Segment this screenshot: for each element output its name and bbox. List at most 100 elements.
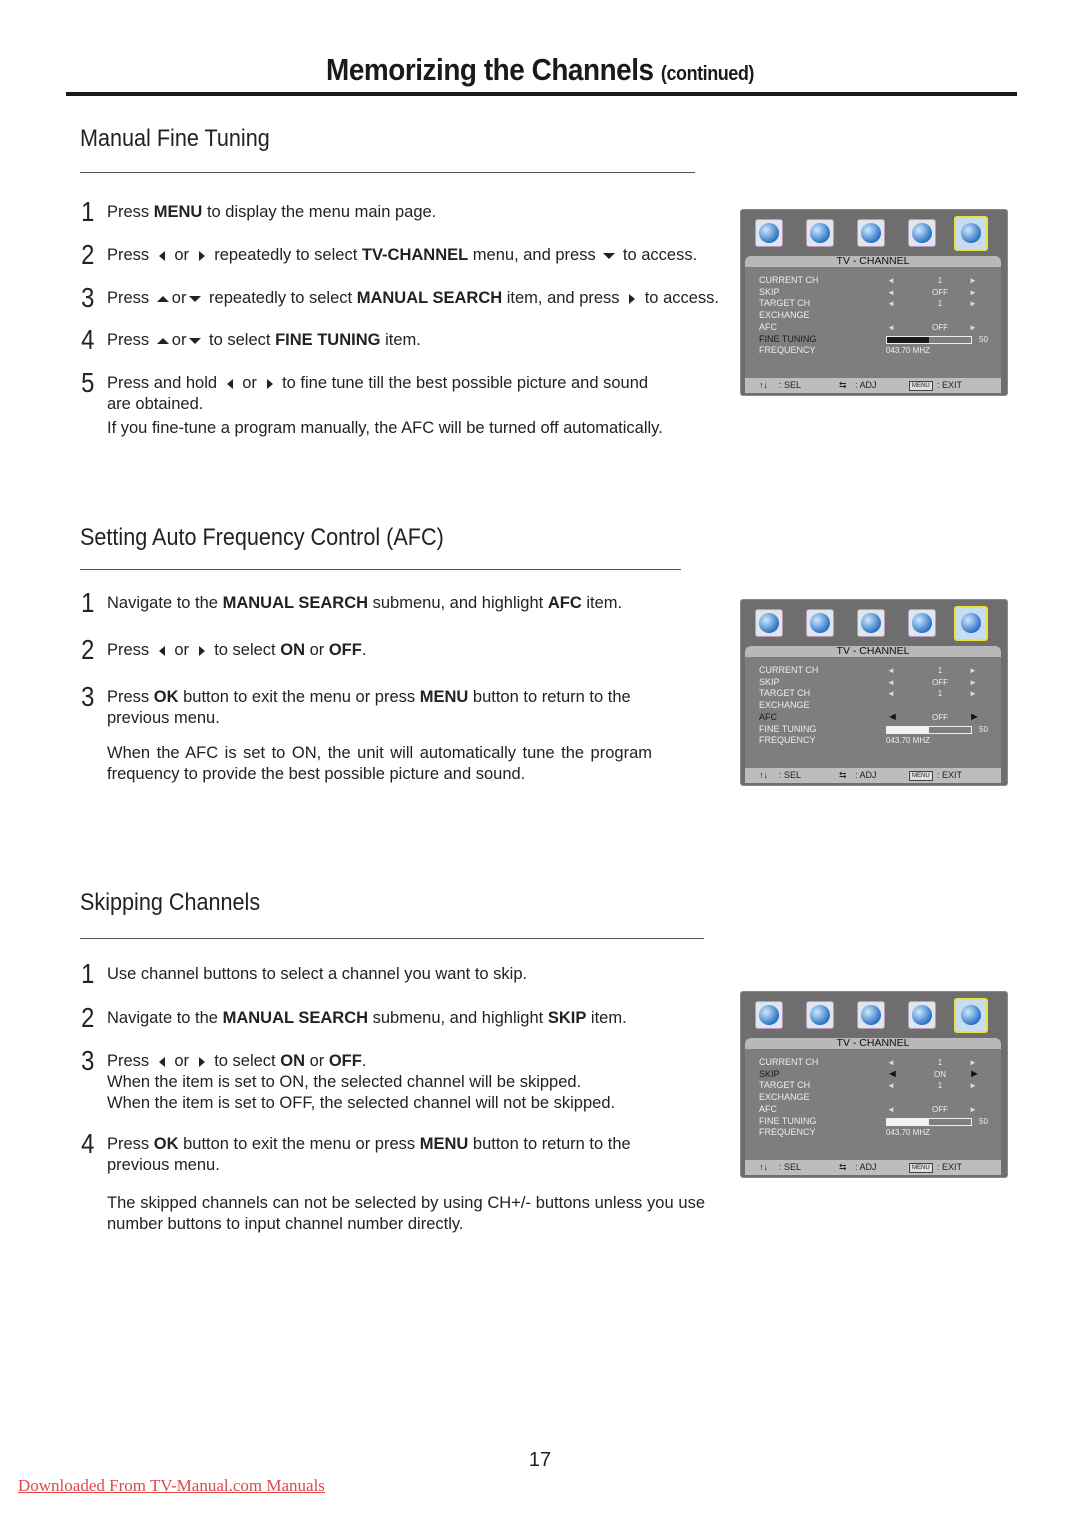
step-text: Use channel buttons to select a channel … [107, 965, 528, 983]
up-arrow-icon [156, 295, 169, 302]
menu-row: AFC ◄ OFF ► [759, 1104, 999, 1116]
step-text: Press or to select ON or OFF. When the it… [107, 1052, 616, 1112]
down-arrow-icon [603, 252, 616, 259]
menu-row-value: OFF [932, 322, 948, 332]
menu-row: FREQUENCY 043.70 MHZ [759, 1127, 999, 1139]
menu-row-value: 1 [937, 1081, 943, 1091]
right-arrow-icon [266, 378, 273, 389]
step-keyword: MANUAL SEARCH [222, 594, 369, 612]
right-arrow-icon [198, 1056, 205, 1067]
exit-hint: : EXIT [937, 770, 963, 780]
menu-row: TARGET CH ◄ 1 ► [759, 298, 999, 310]
menu-row: CURRENT CH ◄ 1 ► [759, 1057, 999, 1069]
right-arrow-icon: ► [969, 689, 977, 699]
tv-menu-screenshot: TV - CHANNEL CURRENT CH ◄ 1 ► SKIP ◄ OFF ► TARGET… [740, 599, 1008, 786]
adjust-icon: ⇆ [839, 1162, 847, 1172]
menu-icon-bar [741, 210, 1007, 251]
sel-icon: ↑↓ [759, 380, 768, 390]
step-keyword: MENU [419, 688, 469, 706]
adjust-icon: ⇆ [839, 380, 847, 390]
menu-row: CURRENT CH ◄ 1 ► [759, 275, 999, 287]
page-title: Memorizing the Channels (continued) [54, 52, 1026, 88]
right-arrow-icon: ► [969, 276, 977, 285]
picture-icon [755, 1001, 783, 1029]
menu-key-icon: MENU [909, 381, 933, 391]
exit-hint: : EXIT [937, 1162, 963, 1172]
menu-row-label: FINE TUNING [759, 333, 817, 344]
down-arrow-icon [189, 295, 202, 302]
icon-orb [912, 223, 932, 243]
menu-panel: TV - CHANNEL CURRENT CH ◄ 1 ► SKIP ◄ ON ► TARGET … [745, 1038, 1001, 1160]
menu-row-value: 1 [937, 666, 943, 675]
menu-icon-bar [741, 992, 1007, 1033]
sel-hint: : SEL [779, 770, 802, 780]
sound-icon [806, 219, 834, 247]
step-text: Press or to select ON or OFF. [107, 641, 367, 659]
step-keyword: ON [280, 1052, 305, 1070]
left-arrow-icon: ◄ [887, 689, 895, 699]
section-note: When the AFC is set to ON, the unit will… [107, 744, 652, 783]
menu-row: FREQUENCY 043.70 MHZ [759, 345, 999, 357]
setup-icon [857, 609, 885, 637]
step-number: 3 [81, 1045, 95, 1076]
step-text: Navigate to the MANUAL SEARCH submenu, a… [107, 594, 623, 612]
exit-hint: : EXIT [937, 380, 963, 390]
icon-orb [759, 613, 779, 633]
menu-row: AFC ◄ OFF ► [759, 322, 999, 334]
menu-row: FREQUENCY 043.70 MHZ [759, 735, 999, 747]
icon-orb [861, 1005, 881, 1025]
menu-row: EXCHANGE [759, 310, 999, 322]
frequency-value: 043.70 MHZ [886, 736, 931, 746]
fine-tuning-fill [887, 1118, 929, 1125]
menu-row: EXCHANGE [759, 700, 999, 712]
menu-row-label: EXCHANGE [759, 700, 810, 711]
step-keyword: FINE TUNING [275, 331, 381, 349]
menu-title: TV - CHANNEL [745, 256, 1001, 267]
left-arrow-icon [158, 645, 165, 656]
menu-row-label: FREQUENCY [759, 345, 816, 356]
menu-row-label: CURRENT CH [759, 275, 819, 285]
section-divider [80, 172, 695, 173]
menu-row-label: TARGET CH [759, 688, 811, 699]
section-title: Setting Auto Frequency Control (AFC) [80, 524, 444, 551]
menu-row: SKIP ◄ OFF ► [759, 677, 999, 689]
menu-row: SKIP ◄ ON ► [759, 1067, 999, 1081]
section-divider [80, 569, 681, 570]
step-detail: When the item is set to OFF, the selecte… [107, 1094, 616, 1112]
right-arrow-icon: ► [969, 1067, 980, 1080]
left-arrow-icon: ◄ [887, 287, 895, 297]
menu-row-label: EXCHANGE [759, 310, 810, 321]
step-keyword: AFC [547, 594, 582, 612]
adj-hint: : ADJ [855, 770, 877, 780]
function-icon [908, 1001, 936, 1029]
menu-row: FINE TUNING 50 [759, 724, 999, 736]
menu-row-value: OFF [932, 1104, 948, 1114]
left-arrow-icon: ◄ [887, 276, 895, 285]
fine-tuning-bar [886, 725, 972, 734]
menu-row-label: FINE TUNING [759, 723, 817, 734]
menu-row-value: ON [934, 1069, 946, 1079]
right-arrow-icon [198, 645, 205, 656]
menu-row-label: TARGET CH [759, 298, 811, 309]
menu-key-icon: MENU [909, 1163, 933, 1173]
menu-panel: TV - CHANNEL CURRENT CH ◄ 1 ► SKIP ◄ OFF ► TARGET… [745, 256, 1001, 378]
step-number: 2 [81, 1002, 95, 1033]
step-text: Press or to select FINE TUNING item. [107, 331, 421, 349]
icon-orb [810, 613, 830, 633]
left-arrow-icon: ◄ [887, 1104, 895, 1114]
up-arrow-icon [156, 337, 169, 344]
right-arrow-icon: ► [969, 677, 977, 687]
download-source-link[interactable]: Downloaded From TV-Manual.com Manuals [18, 1476, 325, 1496]
tv-channel-icon [954, 606, 988, 641]
icon-orb [912, 613, 932, 633]
step-text: Press MENU to display the menu main page… [107, 203, 437, 221]
section-note: If you fine-tune a program manually, the… [107, 419, 663, 437]
menu-row-label: AFC [759, 321, 777, 332]
setup-icon [857, 219, 885, 247]
step-number: 3 [81, 282, 95, 313]
tv-menu-screenshot: TV - CHANNEL CURRENT CH ◄ 1 ► SKIP ◄ OFF ► TARGET… [740, 209, 1008, 396]
step-keyword: ON [280, 641, 305, 659]
step-keyword: MENU [153, 203, 203, 221]
icon-orb [961, 1005, 981, 1025]
step-number: 3 [81, 681, 95, 712]
